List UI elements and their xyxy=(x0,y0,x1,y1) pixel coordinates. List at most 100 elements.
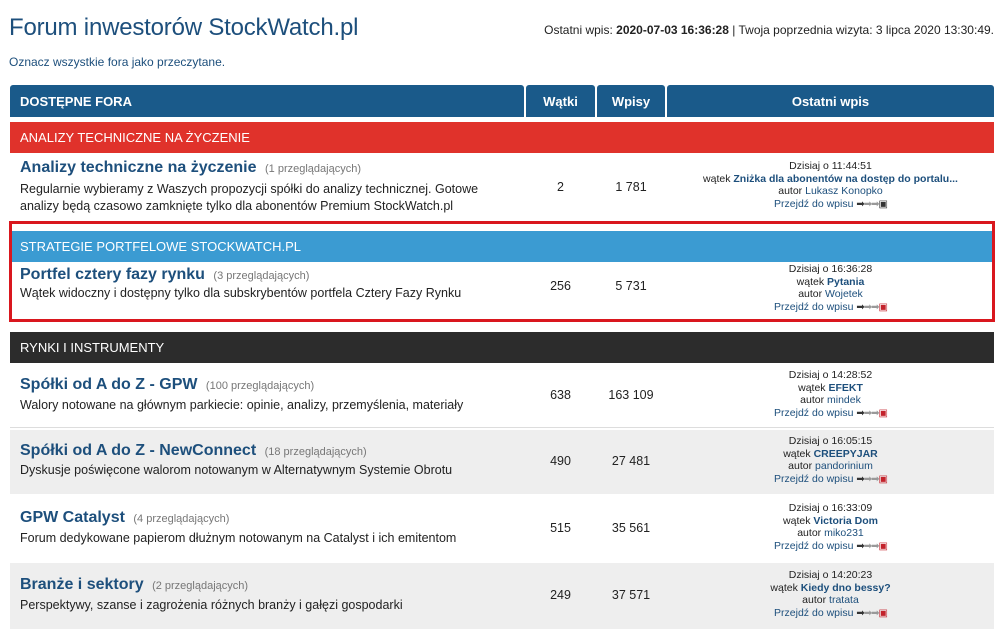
forum-row: Spółki od A do Z - NewConnect (18 przegl… xyxy=(10,430,994,494)
page-header: Forum inwestorów StockWatch.pl Ostatni w… xyxy=(9,14,994,44)
goto-post-link[interactable]: Przejdź do wpisu xyxy=(774,540,853,552)
topic-prefix: wątek xyxy=(798,381,826,394)
viewers-count: (3 przeglądających) xyxy=(213,270,310,282)
goto-arrows-icon[interactable]: ➡➡➡▣ xyxy=(856,541,888,552)
last-post-value: 2020-07-03 16:36:28 xyxy=(616,23,729,37)
author-prefix: autor xyxy=(798,288,823,300)
goto-arrows-icon[interactable]: ➡➡➡▣ xyxy=(856,302,888,313)
topic-prefix: wątek xyxy=(770,581,798,594)
forum-row: Portfel cztery fazy rynku (3 przeglądają… xyxy=(10,262,994,318)
last-post-box: Dzisiaj o 16:33:09 wątek Victoria Dom au… xyxy=(667,502,994,553)
viewers-count: (4 przeglądających) xyxy=(133,513,230,525)
forum-link[interactable]: Analizy techniczne na życzenie xyxy=(20,159,257,176)
forum-link[interactable]: Spółki od A do Z - NewConnect xyxy=(20,442,256,459)
topic-prefix: wątek xyxy=(783,514,811,527)
viewers-count: (2 przeglądających) xyxy=(152,580,249,592)
goto-arrows-icon[interactable]: ➡➡➡▣ xyxy=(856,408,888,419)
viewers-count: (1 przeglądających) xyxy=(264,163,361,175)
forum-link[interactable]: Spółki od A do Z - GPW xyxy=(20,376,197,393)
row-divider xyxy=(10,427,994,428)
header-posts: Wpisy xyxy=(597,85,665,117)
forum-description: Walory notowane na głównym parkiecie: op… xyxy=(20,398,464,412)
topic-prefix: wątek xyxy=(796,275,825,288)
last-post-date: Dzisiaj o 11:44:51 xyxy=(789,160,872,172)
goto-post-link[interactable]: Przejdź do wpisu xyxy=(774,198,853,210)
last-post-topic-link[interactable]: EFEKT xyxy=(828,382,862,394)
goto-post-link[interactable]: Przejdź do wpisu xyxy=(774,301,853,313)
last-post-box: Dzisiaj o 16:36:28 wątek Pytania autor W… xyxy=(667,263,994,314)
header-forums: DOSTĘPNE FORA xyxy=(10,85,524,117)
goto-post-link[interactable]: Przejdź do wpisu xyxy=(774,607,853,619)
posts-count: 163 109 xyxy=(608,388,654,402)
forum-row: Analizy techniczne na życzenie (1 przegl… xyxy=(10,153,994,221)
last-post-author-link[interactable]: tratata xyxy=(829,594,859,606)
previous-visit: | Twoja poprzednia wizyta: 3 lipca 2020 … xyxy=(732,23,994,37)
last-post-date: Dzisiaj o 16:05:15 xyxy=(788,435,873,447)
topics-count: 2 xyxy=(557,180,564,194)
table-header: DOSTĘPNE FORA Wątki Wpisy Ostatni wpis xyxy=(10,85,994,117)
forum-link[interactable]: Branże i sektory xyxy=(20,576,144,593)
posts-count: 35 561 xyxy=(611,521,651,535)
header-last-post: Ostatni wpis xyxy=(667,85,994,117)
topics-count: 490 xyxy=(550,454,571,468)
last-post-box: Dzisiaj o 14:20:23 wątek Kiedy dno bessy… xyxy=(667,569,994,620)
last-post-box: Dzisiaj o 11:44:51 wątek Zniżka dla abon… xyxy=(667,160,994,211)
posts-count: 27 481 xyxy=(611,454,651,468)
topic-prefix: wątek xyxy=(703,172,731,185)
last-post-topic-link[interactable]: Pytania xyxy=(827,276,864,288)
author-prefix: autor xyxy=(778,185,803,197)
goto-arrows-icon[interactable]: ➡➡➡▣ xyxy=(856,608,888,619)
last-post-author-link[interactable]: miko231 xyxy=(824,527,864,539)
posts-count: 1 781 xyxy=(615,180,647,194)
last-post-topic-link[interactable]: Zniżka dla abonentów na dostęp do portal… xyxy=(733,173,958,185)
forum-row: GPW Catalyst (4 przeglądających) Forum d… xyxy=(10,496,994,562)
topics-count: 638 xyxy=(550,388,571,402)
last-post-label: Ostatni wpis: xyxy=(544,23,613,37)
forum-row: Branże i sektory (2 przeglądających) Per… xyxy=(10,563,994,629)
forum-row: Spółki od A do Z - GPW (100 przeglądając… xyxy=(10,365,994,427)
last-post-box: Dzisiaj o 16:05:15 wątek CREEPYJAR autor… xyxy=(667,435,994,486)
posts-count: 37 571 xyxy=(611,588,651,602)
last-post-topic-link[interactable]: Kiedy dno bessy? xyxy=(801,582,891,594)
last-post-info: Ostatni wpis: 2020-07-03 16:36:28 | Twoj… xyxy=(544,23,994,37)
last-post-author-link[interactable]: mindek xyxy=(827,394,861,406)
page-title[interactable]: Forum inwestorów StockWatch.pl xyxy=(9,14,358,42)
viewers-count: (100 przeglądających) xyxy=(205,380,315,392)
goto-arrows-icon[interactable]: ➡➡➡▣ xyxy=(856,199,888,210)
topics-count: 256 xyxy=(550,279,571,293)
author-prefix: autor xyxy=(788,460,813,472)
forum-description: Forum dedykowane papierom dłużnym notowa… xyxy=(20,531,457,545)
topics-count: 515 xyxy=(550,521,571,535)
author-prefix: autor xyxy=(797,527,822,539)
viewers-count: (18 przeglądających) xyxy=(264,446,367,458)
last-post-author-link[interactable]: Lukasz Konopko xyxy=(805,185,883,197)
mark-all-read-link[interactable]: Oznacz wszystkie fora jako przeczytane. xyxy=(9,55,225,69)
last-post-topic-link[interactable]: CREEPYJAR xyxy=(814,448,878,460)
forum-description: Wątek widoczny i dostępny tylko dla subs… xyxy=(20,286,462,300)
topic-prefix: wątek xyxy=(783,447,811,460)
goto-arrows-icon[interactable]: ➡➡➡▣ xyxy=(856,474,888,485)
forum-link[interactable]: GPW Catalyst xyxy=(20,509,125,526)
forum-description: Perspektywy, szanse i zagrożenia różnych… xyxy=(20,598,403,612)
goto-post-link[interactable]: Przejdź do wpisu xyxy=(774,473,853,485)
forum-link[interactable]: Portfel cztery fazy rynku xyxy=(20,266,205,283)
forum-description: Dyskusje poświęcone walorom notowanym w … xyxy=(20,463,453,477)
last-post-date: Dzisiaj o 16:36:28 xyxy=(788,263,873,275)
goto-post-link[interactable]: Przejdź do wpisu xyxy=(774,407,853,419)
author-prefix: autor xyxy=(802,594,827,606)
last-post-author-link[interactable]: Wojetek xyxy=(825,288,863,300)
category-technical-analysis[interactable]: ANALIZY TECHNICZNE NA ŻYCZENIE xyxy=(10,122,994,153)
author-prefix: autor xyxy=(800,394,825,406)
last-post-author-link[interactable]: pandorinium xyxy=(815,460,873,472)
topics-count: 249 xyxy=(550,588,571,602)
last-post-date: Dzisiaj o 14:28:52 xyxy=(788,369,873,381)
last-post-date: Dzisiaj o 14:20:23 xyxy=(788,569,873,581)
forum-description: Regularnie wybieramy z Waszych propozycj… xyxy=(20,182,479,213)
posts-count: 5 731 xyxy=(615,279,647,293)
last-post-date: Dzisiaj o 16:33:09 xyxy=(788,502,873,514)
header-topics: Wątki xyxy=(526,85,595,117)
category-markets-instruments[interactable]: RYNKI I INSTRUMENTY xyxy=(10,332,994,363)
last-post-topic-link[interactable]: Victoria Dom xyxy=(813,515,878,527)
last-post-box: Dzisiaj o 14:28:52 wątek EFEKT autor min… xyxy=(667,369,994,420)
category-portfolio-strategies[interactable]: STRATEGIE PORTFELOWE STOCKWATCH.PL xyxy=(10,231,994,262)
